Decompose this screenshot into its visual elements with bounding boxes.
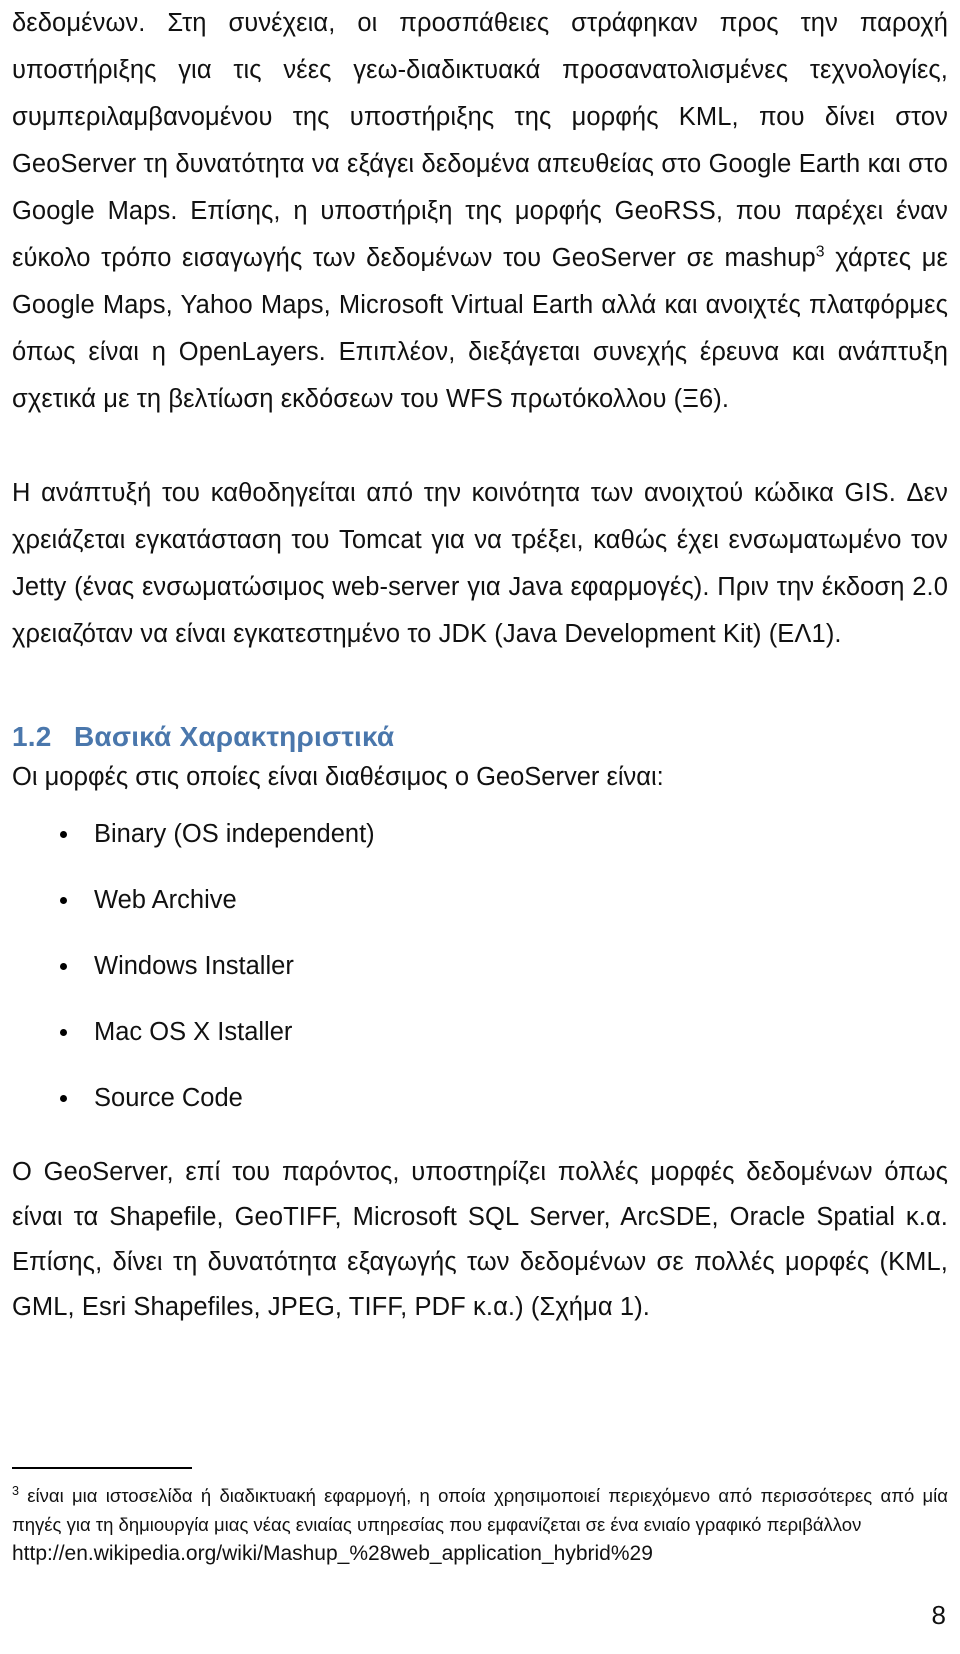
footnote-separator — [12, 1467, 192, 1469]
paragraph-second: Η ανάπτυξή του καθοδηγείται από την κοιν… — [12, 479, 948, 648]
paragraph-spacer-1 — [12, 423, 948, 470]
footnote-url[interactable]: http://en.wikipedia.org/wiki/Mashup_%28w… — [12, 1539, 948, 1569]
footnote-number: 3 — [12, 1483, 19, 1498]
format-list: Binary (OS independent) Web Archive Wind… — [12, 820, 948, 1113]
paragraph-third: Ο GeoServer, επί του παρόντος, υποστηρίζ… — [12, 1158, 948, 1321]
section-heading: 1.2 Βασικά Χαρακτηριστικά — [12, 720, 948, 754]
list-item-label: Mac OS X Istaller — [94, 1018, 293, 1046]
section-intro-text: Οι μορφές στις οποίες είναι διαθέσιμος ο… — [12, 763, 664, 791]
bullet-icon — [60, 1029, 67, 1036]
bullet-icon — [60, 963, 67, 970]
paragraph-first-text: δεδομένων. Στη συνέχεια, οι προσπάθειες … — [12, 9, 948, 272]
footnote-area: 3 είναι μια ιστοσελίδα ή διαδικτυακή εφα… — [12, 1467, 948, 1569]
page-number: 8 — [931, 1600, 946, 1630]
section-title: Βασικά Χαρακτηριστικά — [74, 721, 395, 752]
list-item: Source Code — [12, 1084, 948, 1113]
list-item-label: Binary (OS independent) — [94, 820, 375, 848]
list-item-label: Windows Installer — [94, 952, 294, 980]
bullet-icon — [60, 1095, 67, 1102]
footnote-entry: 3 είναι μια ιστοσελίδα ή διαδικτυακή εφα… — [12, 1481, 948, 1539]
section-number: 1.2 — [12, 721, 52, 752]
footnote-reference-3[interactable]: 3 — [816, 244, 825, 261]
bullet-icon — [60, 831, 67, 838]
list-item: Web Archive — [12, 886, 948, 915]
bullet-icon — [60, 897, 67, 904]
list-item: Windows Installer — [12, 952, 948, 981]
footnote-body: είναι μια ιστοσελίδα ή διαδικτυακή εφαρμ… — [12, 1485, 948, 1535]
list-item: Binary (OS independent) — [12, 820, 948, 849]
list-item: Mac OS X Istaller — [12, 1018, 948, 1047]
section-heading-block: 1.2 Βασικά Χαρακτηριστικά Οι μορφές στις … — [12, 720, 948, 796]
list-item-label: Web Archive — [94, 886, 237, 914]
paragraph-first: δεδομένων. Στη συνέχεια, οι προσπάθειες … — [12, 0, 948, 423]
list-item-label: Source Code — [94, 1084, 243, 1112]
paragraph-third-block: Ο GeoServer, επί του παρόντος, υποστηρίζ… — [12, 1150, 948, 1330]
document-page: δεδομένων. Στη συνέχεια, οι προσπάθειες … — [0, 0, 960, 1654]
